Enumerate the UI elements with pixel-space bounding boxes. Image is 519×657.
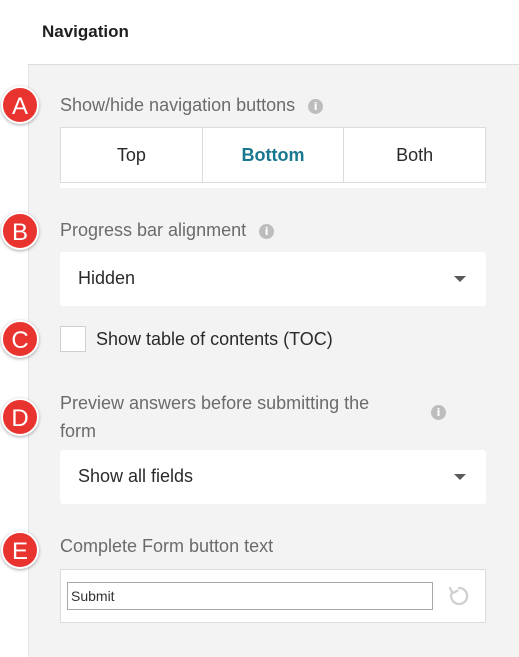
toc-checkbox[interactable] xyxy=(60,326,86,352)
complete-button-text-input[interactable] xyxy=(67,582,433,610)
marker-a: A xyxy=(1,86,39,124)
marker-d: D xyxy=(1,398,39,436)
info-icon[interactable]: i xyxy=(431,405,446,420)
complete-button-text-container xyxy=(60,569,486,623)
nav-buttons-segmented-control: Top Bottom Both xyxy=(60,127,486,183)
toc-checkbox-label[interactable]: Show table of contents (TOC) xyxy=(96,329,333,350)
preview-select[interactable]: Show all fields xyxy=(60,450,486,504)
preview-select-value: Show all fields xyxy=(78,466,194,486)
panel-title: Navigation xyxy=(42,22,129,41)
segment-top[interactable]: Top xyxy=(61,128,203,182)
segment-both[interactable]: Both xyxy=(344,128,485,182)
segmented-control-underline xyxy=(60,183,486,188)
chevron-down-icon xyxy=(454,474,466,480)
marker-b: B xyxy=(1,212,39,250)
reset-icon[interactable] xyxy=(447,584,471,608)
nav-buttons-label: Show/hide navigation buttons i xyxy=(60,95,324,116)
chevron-down-icon xyxy=(454,276,466,282)
segment-bottom[interactable]: Bottom xyxy=(203,128,345,182)
marker-e: E xyxy=(1,531,39,569)
preview-label-line2: form xyxy=(60,421,96,441)
panel-header: Navigation xyxy=(28,0,519,65)
info-icon[interactable]: i xyxy=(308,98,324,114)
progress-bar-label-text: Progress bar alignment xyxy=(60,220,247,240)
nav-buttons-label-text: Show/hide navigation buttons xyxy=(60,95,296,115)
progress-bar-select-value: Hidden xyxy=(78,268,136,288)
progress-bar-select[interactable]: Hidden xyxy=(60,252,486,306)
info-icon[interactable]: i xyxy=(259,223,275,239)
preview-label-line1: Preview answers before submitting the xyxy=(60,393,370,413)
progress-bar-label: Progress bar alignment i xyxy=(60,220,275,241)
complete-button-label: Complete Form button text xyxy=(60,536,273,557)
marker-c: C xyxy=(1,320,39,358)
preview-label: Preview answers before submitting the fo… xyxy=(60,389,400,445)
complete-button-label-text: Complete Form button text xyxy=(60,536,274,556)
